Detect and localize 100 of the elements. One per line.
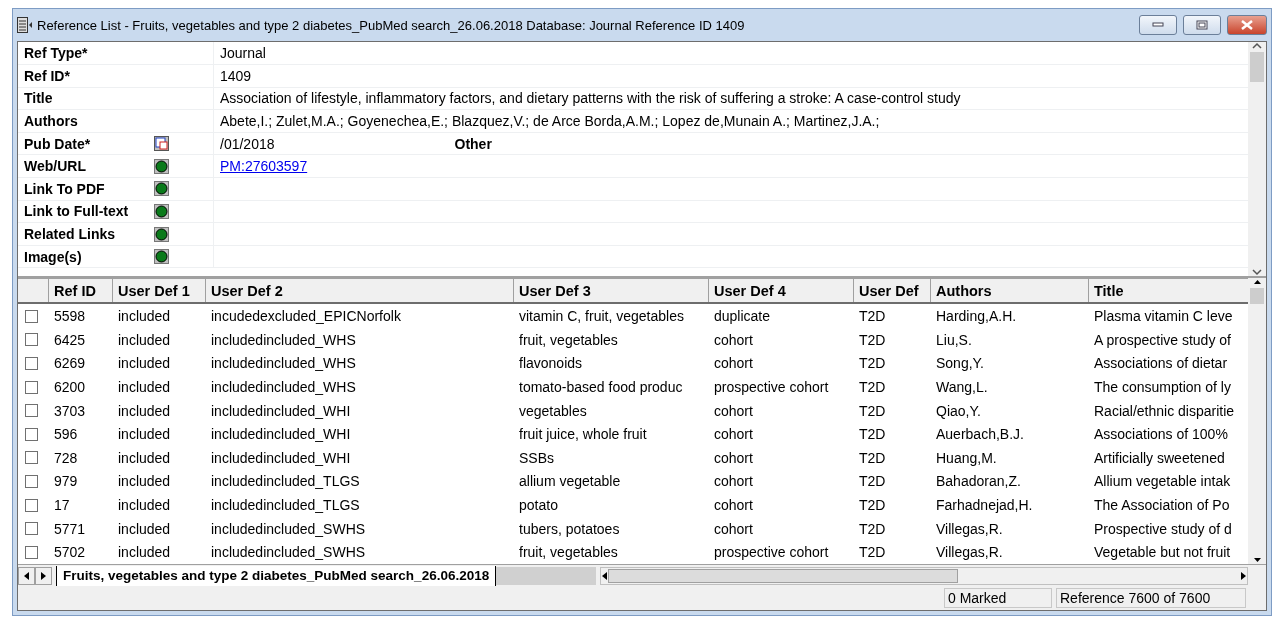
scrollbar-thumb[interactable] [608,568,959,583]
window-title: Reference List - Fruits, vegetables and type 2 diabetes_PubMed search_26.06.2018 Database: Journal Reference ID 1409 [37,17,746,33]
table-cell-text: Harding,A.H. [935,308,1018,325]
scroll-up-icon[interactable] [1252,42,1262,51]
field-label: Related Links [23,226,117,242]
table-cell-text: includedincluded_SWHS [210,544,367,561]
table-cell-text: included [117,308,172,325]
globe-icon[interactable] [154,158,169,174]
table-cell-text: included [117,402,172,419]
table-cell-text: cohort [713,449,754,466]
calendar-icon[interactable] [154,136,169,152]
table-cell-text: 728 [53,449,79,466]
column-header[interactable]: Authors [930,279,1088,303]
table-cell-text: included [117,449,172,466]
column-header[interactable]: User Def 1 [112,279,205,303]
row-checkbox[interactable] [25,380,38,394]
next-sheet-button[interactable] [35,566,52,585]
column-header[interactable]: User Def 3 [513,279,708,303]
table-cell-text: 17 [53,497,71,513]
vertical-scrollbar[interactable] [1248,278,1266,564]
scrollbar-thumb[interactable] [1250,52,1264,83]
table-cell-text: included [117,355,172,372]
table-cell-text: Liu,S. [935,331,973,348]
table-cell-text: Allium vegetable intak [1093,473,1232,490]
row-checkbox[interactable] [25,356,38,370]
field-value: 1409 [219,67,252,84]
table-cell-text: Villegas,R. [935,520,1004,537]
column-header[interactable]: User Def 4 [708,279,853,303]
field-label: Title [23,90,54,107]
close-button[interactable] [1227,15,1267,36]
table-cell-text: fruit, vegetables [518,544,619,561]
table-cell-text: T2D [858,331,887,348]
minimize-icon [1152,22,1164,29]
horizontal-scrollbar[interactable] [600,566,1248,585]
table-cell-text: Bahadoran,Z. [935,473,1022,490]
column-header[interactable]: User Def [853,279,930,303]
table-cell-text: Farhadnejad,H. [935,497,1034,513]
table-cell-text: includedincluded_TLGS [210,473,361,490]
globe-icon[interactable] [154,203,169,219]
table-cell-text: included [117,520,172,537]
maximize-button[interactable] [1183,15,1221,36]
table-cell-text: cohort [713,355,754,372]
field-value: Journal [219,45,266,62]
table-cell-text: duplicate [713,308,772,325]
table-cell-text: T2D [858,308,887,325]
globe-icon[interactable] [154,181,169,197]
field-value: Association of lifestyle, inflammatory factors, and dietary patterns with the risk of suffering a stroke: A case-control study [219,90,961,107]
row-checkbox[interactable] [25,474,38,488]
table-cell-text: includedincluded_WHI [210,426,352,443]
table-cell-text: The Association of Po [1093,497,1231,513]
table-cell-text: Qiao,Y. [935,402,982,419]
previous-sheet-button[interactable] [18,566,35,585]
row-checkbox[interactable] [25,522,38,536]
table-cell-text: cohort [713,497,754,513]
scrollbar-thumb[interactable] [1250,288,1264,305]
close-icon [1241,20,1253,31]
table-cell-text: Huang,M. [935,449,998,466]
table-cell-text: 5598 [53,308,87,325]
marked-count: 0 Marked [944,588,1052,608]
field-label: Ref ID* [23,67,71,84]
table-cell-text: vitamin C, fruit, vegetables [518,308,685,325]
table-cell-text: tomato-based food produc [518,379,684,396]
table-cell-text: Artificially sweetened [1093,449,1226,466]
table-cell-text: incudedexcluded_EPICNorfolk [210,308,402,325]
table-cell-text: included [117,497,172,513]
table-cell-text: 979 [53,473,79,490]
row-checkbox[interactable] [25,333,38,347]
scroll-up-icon [1253,278,1261,287]
row-checkbox[interactable] [25,427,38,441]
table-cell-text: T2D [858,449,887,466]
url-link[interactable]: PM:27603597 [220,158,308,175]
table-cell-text: includedincluded_WHS [210,331,357,348]
row-checkbox[interactable] [25,309,38,323]
table-cell-text: potato [518,497,559,513]
table-cell-text: T2D [858,379,887,396]
table-cell-text: includedincluded_WHI [210,449,352,466]
globe-icon[interactable] [154,249,169,265]
column-header[interactable]: Ref ID [48,279,112,303]
table-cell-text: included [117,331,172,348]
field-label: Authors [23,113,79,130]
row-checkbox[interactable] [25,545,38,559]
sheet-tab[interactable]: Fruits, vegetables and type 2 diabetes_PubMed search_26.06.2018 [56,565,497,586]
table-cell-text: 6425 [53,331,87,348]
row-checkbox[interactable] [25,451,38,465]
table-cell-text: allium vegetable [518,473,622,490]
globe-icon[interactable] [154,226,169,242]
table-cell-text: T2D [858,497,887,513]
scroll-down-icon[interactable] [1252,268,1262,277]
table-cell-text: includedincluded_WHS [210,379,357,396]
row-checkbox[interactable] [25,498,38,512]
field-value: Abete,I.; Zulet,M.A.; Goyenechea,E.; Blazquez,V.; de Arce Borda,A.M.; Lopez de,Munain A.; Martinez,J.A.; [219,113,880,130]
field-value: /01/2018 [219,135,275,152]
table-cell-text: Auerbach,B.J. [935,426,1025,443]
list-icon [17,17,33,34]
minimize-button[interactable] [1139,15,1177,36]
column-header[interactable]: User Def 2 [205,279,513,303]
vertical-scrollbar[interactable] [1248,42,1266,277]
table-cell-text: includedincluded_SWHS [210,520,367,537]
table-cell-text: T2D [858,544,887,561]
row-checkbox[interactable] [25,404,38,418]
